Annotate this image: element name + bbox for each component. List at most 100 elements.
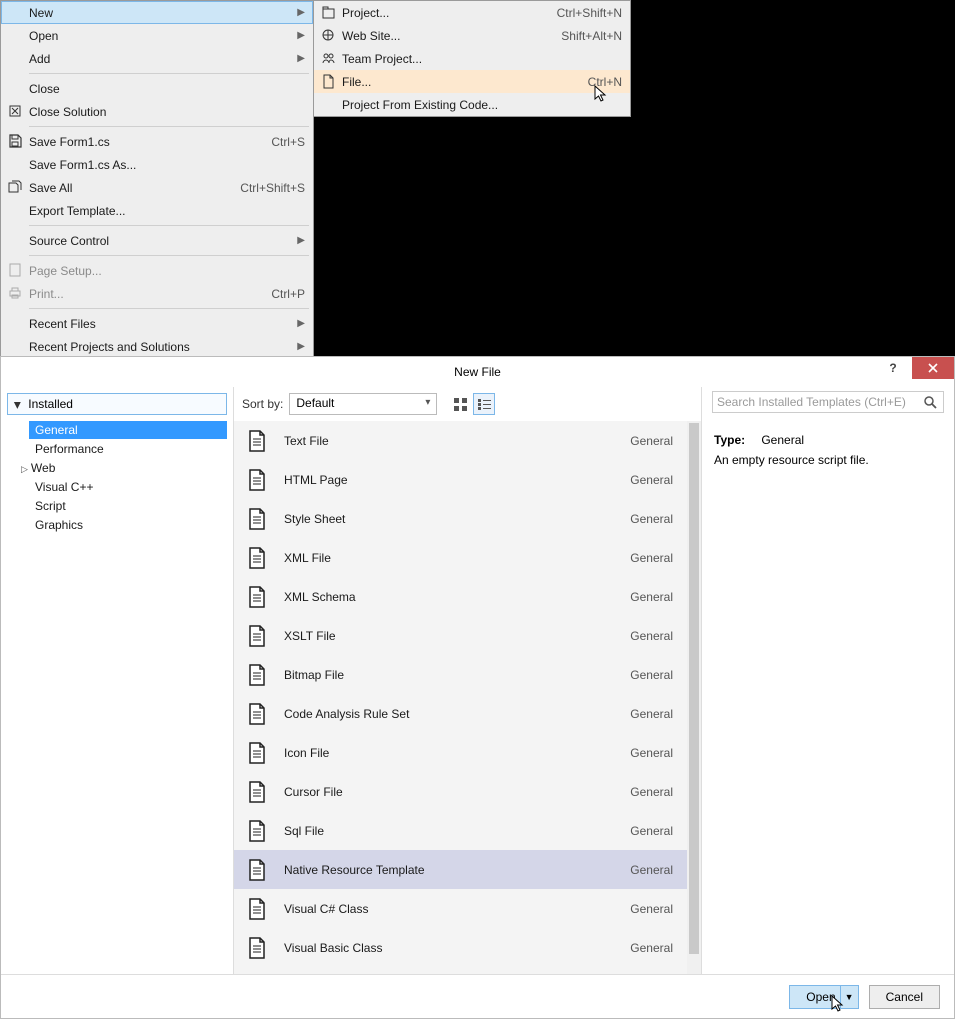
template-name: Code Analysis Rule Set bbox=[284, 707, 630, 721]
submenu-item[interactable]: Web Site...Shift+Alt+N bbox=[314, 24, 630, 47]
submenu-item[interactable]: Project...Ctrl+Shift+N bbox=[314, 1, 630, 24]
blank-icon bbox=[6, 201, 24, 219]
template-name: Visual Basic Class bbox=[284, 941, 630, 955]
menu-item[interactable]: Recent Projects and Solutions▶ bbox=[1, 335, 313, 358]
close-solution-icon bbox=[6, 102, 24, 120]
template-row[interactable]: XSLT FileGeneral bbox=[234, 616, 687, 655]
template-row[interactable]: Visual Basic ClassGeneral bbox=[234, 928, 687, 967]
menu-item[interactable]: Close bbox=[1, 77, 313, 100]
blank-icon bbox=[6, 155, 24, 173]
submenu-arrow-icon: ▶ bbox=[297, 53, 305, 64]
template-row[interactable]: Cursor FileGeneral bbox=[234, 772, 687, 811]
template-row[interactable]: Bitmap FileGeneral bbox=[234, 655, 687, 694]
template-row[interactable]: Visual C# ClassGeneral bbox=[234, 889, 687, 928]
submenu-arrow-icon: ▶ bbox=[297, 7, 305, 18]
menu-item[interactable]: Recent Files▶ bbox=[1, 312, 313, 335]
submenu-item-shortcut: Ctrl+N bbox=[588, 75, 622, 89]
search-icon[interactable] bbox=[922, 396, 939, 409]
template-icon bbox=[244, 701, 270, 727]
menu-item[interactable]: Print...Ctrl+P bbox=[1, 282, 313, 305]
menu-item[interactable]: Save AllCtrl+Shift+S bbox=[1, 176, 313, 199]
submenu-item-label: Project... bbox=[342, 6, 543, 20]
blank-icon bbox=[6, 314, 24, 332]
menu-item-label: Close bbox=[29, 82, 305, 96]
menu-separator bbox=[29, 225, 309, 226]
template-row[interactable]: Icon FileGeneral bbox=[234, 733, 687, 772]
template-category: General bbox=[630, 902, 673, 916]
template-row[interactable]: Sql FileGeneral bbox=[234, 811, 687, 850]
submenu-item[interactable]: File...Ctrl+N bbox=[314, 70, 630, 93]
menu-separator bbox=[29, 255, 309, 256]
info-type-value: General bbox=[761, 433, 804, 447]
template-icon bbox=[244, 662, 270, 688]
tree-item[interactable]: Graphics bbox=[29, 516, 227, 534]
menu-item[interactable]: Save Form1.csCtrl+S bbox=[1, 130, 313, 153]
view-icons-button[interactable] bbox=[449, 393, 471, 415]
cancel-button[interactable]: Cancel bbox=[869, 985, 940, 1009]
submenu-arrow-icon: ▶ bbox=[297, 318, 305, 329]
menu-item[interactable]: Export Template... bbox=[1, 199, 313, 222]
template-category: General bbox=[630, 824, 673, 838]
template-icon bbox=[244, 896, 270, 922]
tree-item[interactable]: Script bbox=[29, 497, 227, 515]
open-button-dropdown[interactable]: ▼ bbox=[840, 986, 858, 1008]
menu-item-label: Recent Files bbox=[29, 317, 297, 331]
template-icon bbox=[244, 935, 270, 961]
tree-header-installed[interactable]: ▶ Installed bbox=[7, 393, 227, 415]
template-row[interactable]: XML SchemaGeneral bbox=[234, 577, 687, 616]
blank-icon bbox=[6, 231, 24, 249]
menu-item[interactable]: Open▶ bbox=[1, 24, 313, 47]
tree-item[interactable]: General bbox=[29, 421, 227, 439]
tree-item-label: Script bbox=[35, 499, 66, 513]
menu-item[interactable]: Page Setup... bbox=[1, 259, 313, 282]
template-category: General bbox=[630, 512, 673, 526]
view-list-button[interactable] bbox=[473, 393, 495, 415]
menu-item-label: Add bbox=[29, 52, 297, 66]
menu-separator bbox=[29, 308, 309, 309]
template-scrollbar[interactable] bbox=[687, 421, 701, 974]
template-row[interactable]: Text FileGeneral bbox=[234, 421, 687, 460]
template-row[interactable]: Code Analysis Rule SetGeneral bbox=[234, 694, 687, 733]
tree-item[interactable]: Visual C++ bbox=[29, 478, 227, 496]
tree-items: GeneralPerformance▷Web Visual C++ Script Gr… bbox=[7, 421, 227, 534]
info-description: An empty resource script file. bbox=[714, 453, 942, 467]
menu-item[interactable]: New▶ bbox=[1, 1, 313, 24]
submenu-item[interactable]: Project From Existing Code... bbox=[314, 93, 630, 116]
sort-by-label: Sort by: bbox=[242, 397, 283, 411]
template-row[interactable]: XML FileGeneral bbox=[234, 538, 687, 577]
help-button[interactable]: ? bbox=[884, 359, 902, 377]
template-row[interactable]: HTML PageGeneral bbox=[234, 460, 687, 499]
menu-item[interactable]: Source Control▶ bbox=[1, 229, 313, 252]
menu-item-shortcut: Ctrl+S bbox=[271, 135, 305, 149]
template-category: General bbox=[630, 785, 673, 799]
template-row[interactable]: Style SheetGeneral bbox=[234, 499, 687, 538]
template-icon bbox=[244, 584, 270, 610]
template-name: XML File bbox=[284, 551, 630, 565]
grid-icon bbox=[454, 398, 467, 411]
menu-item-label: Save All bbox=[29, 181, 226, 195]
menu-item[interactable]: Close Solution bbox=[1, 100, 313, 123]
search-input[interactable] bbox=[717, 395, 922, 409]
submenu-arrow-icon: ▶ bbox=[297, 235, 305, 246]
cancel-button-label: Cancel bbox=[886, 990, 923, 1004]
open-button[interactable]: Open ▼ bbox=[789, 985, 858, 1009]
menu-item-label: Open bbox=[29, 29, 297, 43]
blank-icon bbox=[6, 79, 24, 97]
menu-item[interactable]: Save Form1.cs As... bbox=[1, 153, 313, 176]
template-name: Bitmap File bbox=[284, 668, 630, 682]
submenu-item[interactable]: Team Project... bbox=[314, 47, 630, 70]
template-row[interactable]: Native Resource TemplateGeneral bbox=[234, 850, 687, 889]
submenu-arrow-icon: ▶ bbox=[297, 341, 305, 352]
tree-header-label: Installed bbox=[28, 397, 73, 411]
tree-item[interactable]: Performance bbox=[29, 440, 227, 458]
sort-by-dropdown[interactable]: Default bbox=[289, 393, 437, 415]
submenu-item-shortcut: Shift+Alt+N bbox=[561, 29, 622, 43]
tree-item-label: Visual C++ bbox=[35, 480, 93, 494]
menu-item-label: Source Control bbox=[29, 234, 297, 248]
scrollbar-thumb[interactable] bbox=[689, 423, 699, 954]
menu-item[interactable]: Add▶ bbox=[1, 47, 313, 70]
dialog-footer: Open ▼ Cancel bbox=[1, 974, 954, 1018]
search-templates[interactable] bbox=[712, 391, 944, 413]
tree-item[interactable]: ▷Web bbox=[29, 459, 227, 477]
close-button[interactable] bbox=[912, 357, 954, 379]
